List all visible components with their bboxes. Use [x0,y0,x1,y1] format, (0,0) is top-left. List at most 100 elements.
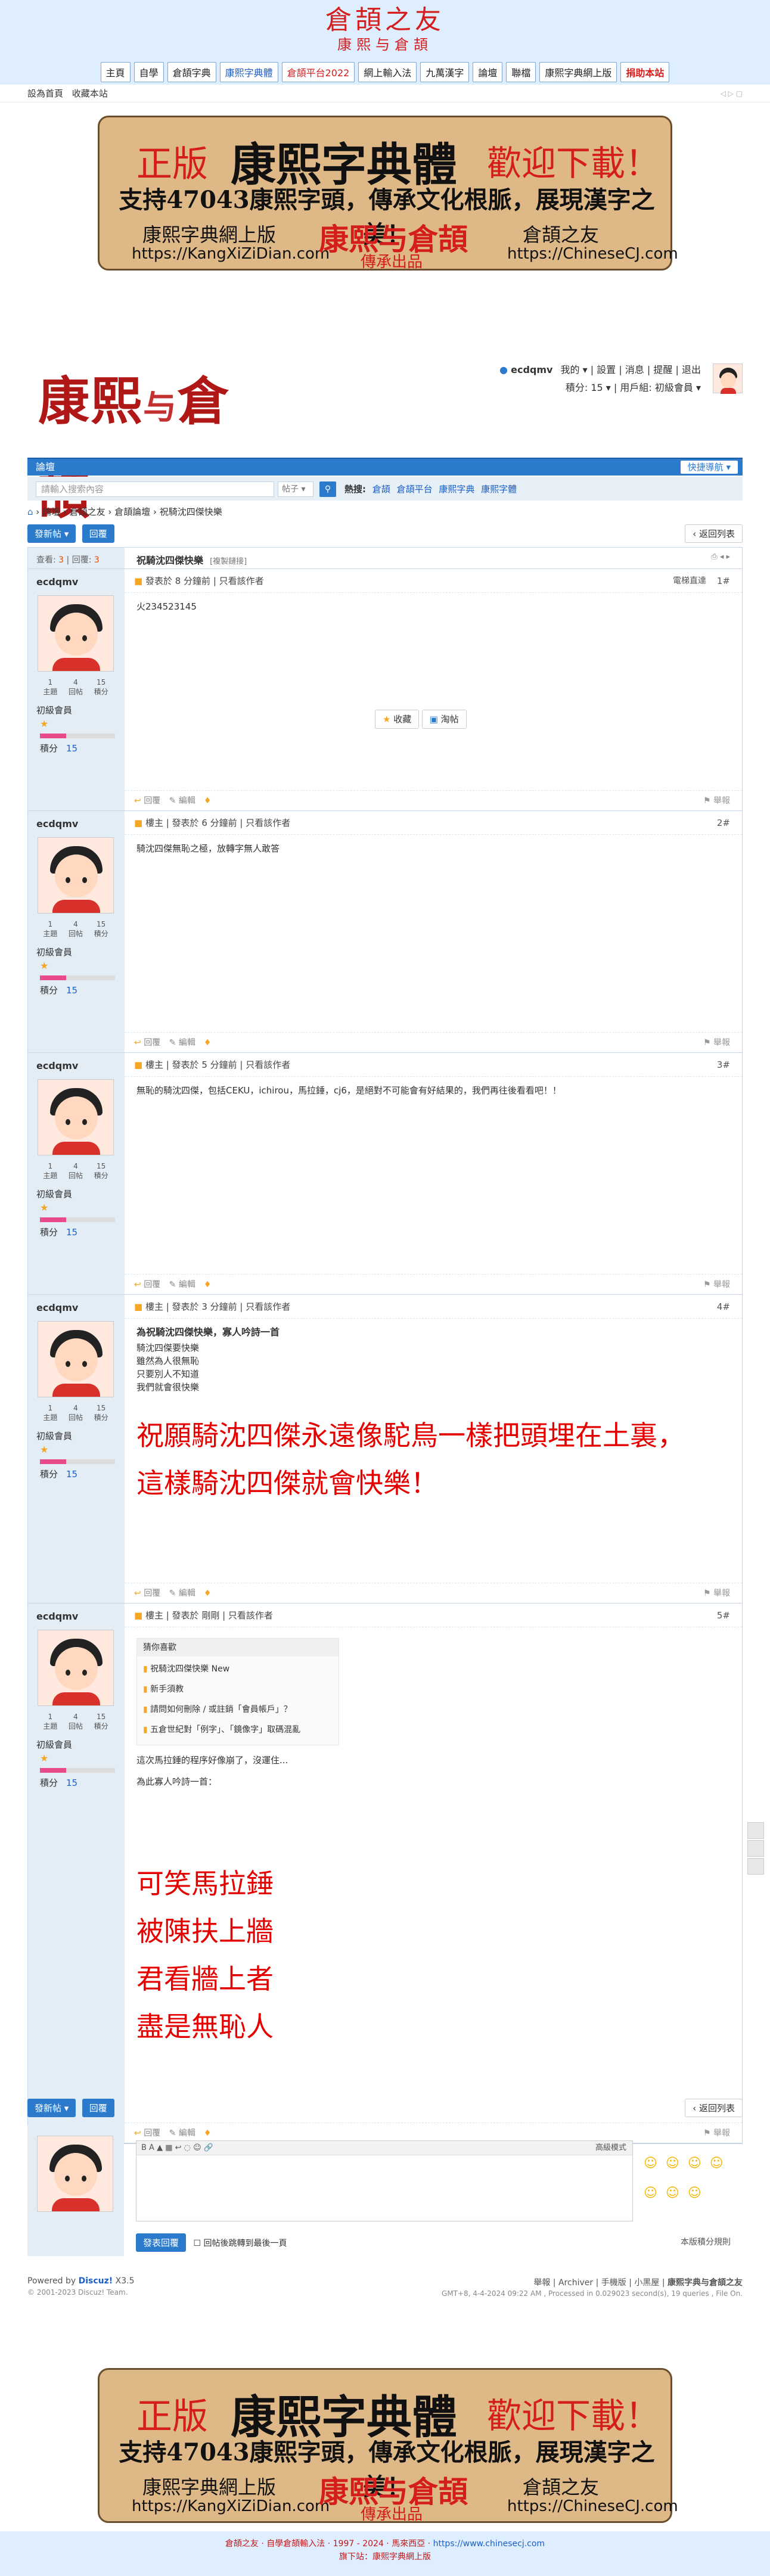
more-icon[interactable]: ♦ [204,1280,212,1289]
author-avatar[interactable] [38,1321,114,1397]
set-homepage-link[interactable]: 設為首頁 [27,88,63,99]
more-icon[interactable]: ♦ [204,1589,212,1598]
reply-link[interactable]: ↩ 回覆 [134,1280,160,1289]
related-thread-item[interactable]: ▮ 五倉世紀對「例字」、「鏡像字」取碼混亂 [143,1720,333,1740]
author-avatar[interactable] [38,595,114,672]
username[interactable]: ecdqmv [511,364,552,375]
top-nav-item[interactable]: 聯檔 [506,62,536,82]
hot-item[interactable]: 倉頡 [372,484,390,495]
top-nav-item[interactable]: 康熙字典體 [219,62,278,82]
breadcrumb-item[interactable]: 祝騎沈四傑快樂 [160,507,222,517]
user-link-messages[interactable]: 消息 [625,364,644,375]
top-nav-item[interactable]: 康熙字典網上版 [539,62,617,82]
search-button[interactable]: ⚲ [319,481,336,497]
reply-button[interactable]: 回覆 [82,524,114,543]
kangxi-banner-bottom[interactable]: 正版 康熙字典體 歡迎下載！ 支持47043康熙字頭，傳承文化根脈，展現漢字之美… [98,2368,678,2524]
author-avatar[interactable] [38,837,114,913]
print-icon[interactable]: ⎙ ◂ ▸ [711,552,730,561]
breadcrumb-item[interactable]: 論壇 [42,507,60,517]
related-thread-item[interactable]: ▮ 祝騎沈四傑快樂 New [143,1659,333,1679]
reply-link[interactable]: ↩ 回覆 [134,796,160,806]
site-title[interactable]: 倉頡之友 [0,5,770,36]
more-icon[interactable]: ♦ [204,796,212,806]
bookmark-link[interactable]: 收藏本站 [72,88,108,99]
kangxi-banner-top[interactable]: 正版 康熙字典體 歡迎下載！ 支持47043康熙字頭，傳承文化根脈，展現漢字之美… [98,116,678,271]
jump-checkbox[interactable]: ☐ 回帖後跳轉到最後一頁 [193,2239,287,2248]
author-avatar[interactable] [38,1079,114,1155]
search-scope-select[interactable]: 帖子 ▾ [278,481,313,497]
post-number[interactable]: 4# [717,1295,730,1319]
edit-link[interactable]: ✎ 編輯 [169,1280,195,1289]
user-group[interactable]: 用戶組: 初級會員 [620,382,693,393]
author-group[interactable]: 初級會員 [36,1430,72,1442]
quick-nav-button[interactable]: 快捷導航 ▾ [680,461,738,474]
copy-link[interactable]: [複製鏈接] [210,557,247,566]
reply-button-bottom[interactable]: 回覆 [82,2099,114,2117]
back-to-top-icon[interactable] [747,1858,764,1875]
top-nav-item[interactable]: 倉頡字典 [167,62,216,82]
submit-reply-button[interactable]: 發表回覆 [136,2233,187,2252]
hot-item[interactable]: 倉頡平台 [397,484,433,495]
top-nav-item[interactable]: 捐助本站 [620,62,670,82]
report-link[interactable]: ⚑ 舉報 [703,1033,730,1053]
footer-link[interactable]: 舉報 [533,2278,550,2288]
author-group[interactable]: 初級會員 [36,946,72,958]
report-link[interactable]: ⚑ 舉報 [703,1583,730,1604]
user-link-mine[interactable]: 我的 [561,364,580,375]
advanced-mode-link[interactable]: 高級模式 [595,2141,626,2155]
favorite-button[interactable]: ★ 收藏 [375,710,420,729]
author-name[interactable]: ecdqmv [36,576,78,588]
top-nav-item[interactable]: 網上輸入法 [358,62,417,82]
breadcrumb-item[interactable]: 倉頡論壇 [114,507,150,517]
top-nav-item[interactable]: 論壇 [473,62,503,82]
forum-logo[interactable]: 康熙与倉頡 [27,358,263,526]
author-name[interactable]: ecdqmv [36,1060,78,1071]
footer-link[interactable]: Archiver [558,2278,593,2288]
report-link[interactable]: ⚑ 舉報 [703,791,730,811]
header-avatar[interactable] [713,363,743,394]
related-thread-item[interactable]: ▮ 請問如何刪除 / 或註銷「會員帳戶」？ [143,1699,333,1720]
author-name[interactable]: ecdqmv [36,1611,78,1622]
user-link-logout[interactable]: 退出 [682,364,701,375]
back-to-list-button[interactable]: ‹ 返回列表 [685,524,743,543]
back-to-list-button-bottom[interactable]: ‹ 返回列表 [685,2099,743,2117]
hot-item[interactable]: 康熙字典 [439,484,474,495]
reply-avatar[interactable] [37,2136,113,2212]
new-post-button[interactable]: 發新帖 ▾ [27,524,76,543]
footer-link[interactable]: 康熙字典与倉頡之友 [667,2278,743,2288]
editor-toolbar[interactable]: B A ▲ ▦ ↩ ◌ ☺ 🔗 高級模式 [136,2141,632,2155]
reply-link[interactable]: ↩ 回覆 [134,1038,160,1048]
user-link-settings[interactable]: 設置 [597,364,616,375]
list-shortcut-icon[interactable] [747,1840,764,1857]
reply-editor[interactable]: B A ▲ ▦ ↩ ◌ ☺ 🔗 高級模式 [136,2140,633,2221]
author-name[interactable]: ecdqmv [36,1302,78,1313]
post-number[interactable]: 3# [717,1053,730,1077]
author-group[interactable]: 初級會員 [36,704,72,716]
author-name[interactable]: ecdqmv [36,818,78,829]
post-number[interactable]: 2# [717,811,730,835]
search-input[interactable]: 請輸入搜索內容 [36,481,274,497]
hot-item[interactable]: 康熙字體 [481,484,517,495]
author-group[interactable]: 初級會員 [36,1738,72,1751]
top-nav-item[interactable]: 主頁 [100,62,131,82]
report-link[interactable]: ⚑ 舉報 [703,1275,730,1295]
edit-link[interactable]: ✎ 編輯 [169,796,195,806]
top-nav-item[interactable]: 自學 [133,62,164,82]
post-number[interactable]: 1# [717,569,730,593]
smilies-panel[interactable]: ☺☺☺☺ ☺☺☺ [644,2149,739,2208]
footer-link[interactable]: 小黑屋 [634,2278,659,2288]
post-number[interactable]: 5# [717,1604,730,1627]
edit-link[interactable]: ✎ 編輯 [169,1038,195,1048]
reply-shortcut-icon[interactable] [747,1822,764,1839]
home-icon[interactable]: ⌂ [27,507,33,517]
related-thread-item[interactable]: ▮ 新手須教 [143,1679,333,1699]
top-nav-item[interactable]: 倉頡平台2022 [281,62,355,82]
reply-link[interactable]: ↩ 回覆 [134,1589,160,1598]
author-group[interactable]: 初級會員 [36,1188,72,1200]
footer-link[interactable]: 手機版 [601,2278,626,2288]
share-button[interactable]: ▣ 淘帖 [421,710,467,729]
author-avatar[interactable] [38,1630,114,1706]
points-rules-link[interactable]: 本版積分規則 [681,2236,731,2248]
more-icon[interactable]: ♦ [204,1038,212,1048]
edit-link[interactable]: ✎ 編輯 [169,1589,195,1598]
